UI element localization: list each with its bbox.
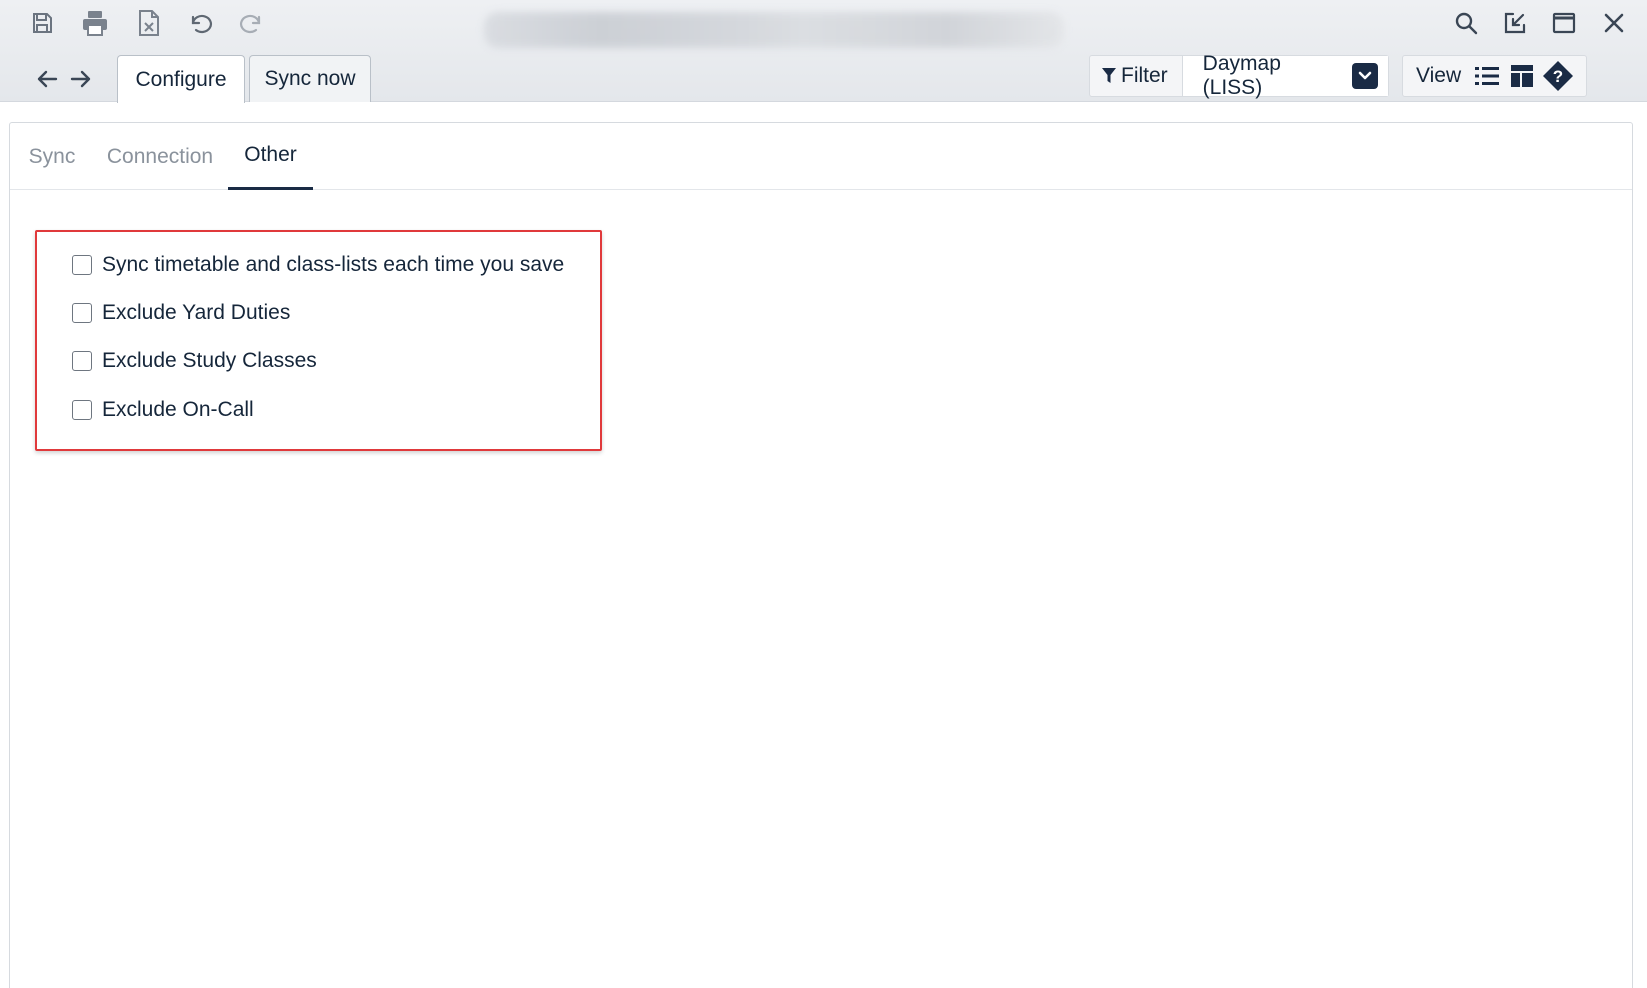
close-icon[interactable] <box>1600 9 1628 37</box>
forward-arrow-icon[interactable] <box>68 66 94 92</box>
subtab-other[interactable]: Other <box>228 123 313 190</box>
chevron-down-icon[interactable] <box>1351 63 1378 89</box>
option-sync-on-save[interactable]: Sync timetable and class-lists each time… <box>72 250 564 280</box>
filter-icon <box>1102 68 1116 83</box>
tab-sync-now[interactable]: Sync now <box>249 55 371 102</box>
print-icon[interactable] <box>80 9 110 37</box>
option-exclude-on-call-label: Exclude On-Call <box>102 398 254 421</box>
top-toolbar: Configure Sync now Filter Daymap (LISS) … <box>0 0 1647 103</box>
filter-label: Filter <box>1121 64 1168 87</box>
checkbox-exclude-on-call[interactable] <box>72 400 92 420</box>
filter-group: Filter Daymap (LISS) <box>1089 52 1389 99</box>
view-group: View ? <box>1402 55 1587 97</box>
option-exclude-study-classes[interactable]: Exclude Study Classes <box>72 346 317 376</box>
subtab-connection-label: Connection <box>106 144 214 168</box>
source-select-value: Daymap (LISS) <box>1202 52 1281 99</box>
option-exclude-yard-duties-label: Exclude Yard Duties <box>102 301 291 324</box>
popout-icon[interactable] <box>1501 9 1529 37</box>
subtab-sync-label: Sync <box>28 144 76 168</box>
option-exclude-yard-duties[interactable]: Exclude Yard Duties <box>72 298 290 328</box>
back-arrow-icon[interactable] <box>34 66 60 92</box>
tab-configure[interactable]: Configure <box>117 55 245 103</box>
source-select[interactable]: Daymap (LISS) <box>1182 52 1388 99</box>
help-icon[interactable]: ? <box>1541 59 1575 93</box>
subtab-connection[interactable]: Connection <box>102 123 218 190</box>
list-view-icon[interactable] <box>1471 60 1503 92</box>
tab-sync-now-label: Sync now <box>264 67 356 90</box>
maximize-icon[interactable] <box>1550 9 1578 37</box>
save-icon[interactable] <box>28 9 56 37</box>
main-panel: Sync Connection Other Sync timetable and… <box>9 122 1633 988</box>
tab-configure-label: Configure <box>135 67 227 91</box>
undo-icon[interactable] <box>186 9 214 37</box>
view-label[interactable]: View <box>1403 64 1471 88</box>
window-title-blurred <box>484 12 1064 48</box>
checkbox-exclude-yard-duties[interactable] <box>72 303 92 323</box>
subtab-bar: Sync Connection Other <box>10 123 1632 190</box>
redo-icon[interactable] <box>238 9 266 37</box>
search-icon[interactable] <box>1452 9 1480 37</box>
options-highlight-box: Sync timetable and class-lists each time… <box>35 230 602 451</box>
checkbox-exclude-study-classes[interactable] <box>72 351 92 371</box>
option-exclude-study-classes-label: Exclude Study Classes <box>102 349 317 372</box>
filter-button[interactable]: Filter <box>1090 56 1183 96</box>
option-exclude-on-call[interactable]: Exclude On-Call <box>72 395 254 425</box>
export-excel-icon[interactable] <box>136 7 162 39</box>
svg-text:?: ? <box>1553 67 1563 86</box>
checkbox-sync-on-save[interactable] <box>72 255 92 275</box>
subtab-sync[interactable]: Sync <box>28 123 76 190</box>
option-sync-on-save-label: Sync timetable and class-lists each time… <box>102 253 565 276</box>
subtab-other-label: Other <box>244 143 297 166</box>
table-layout-icon[interactable] <box>1503 60 1541 92</box>
